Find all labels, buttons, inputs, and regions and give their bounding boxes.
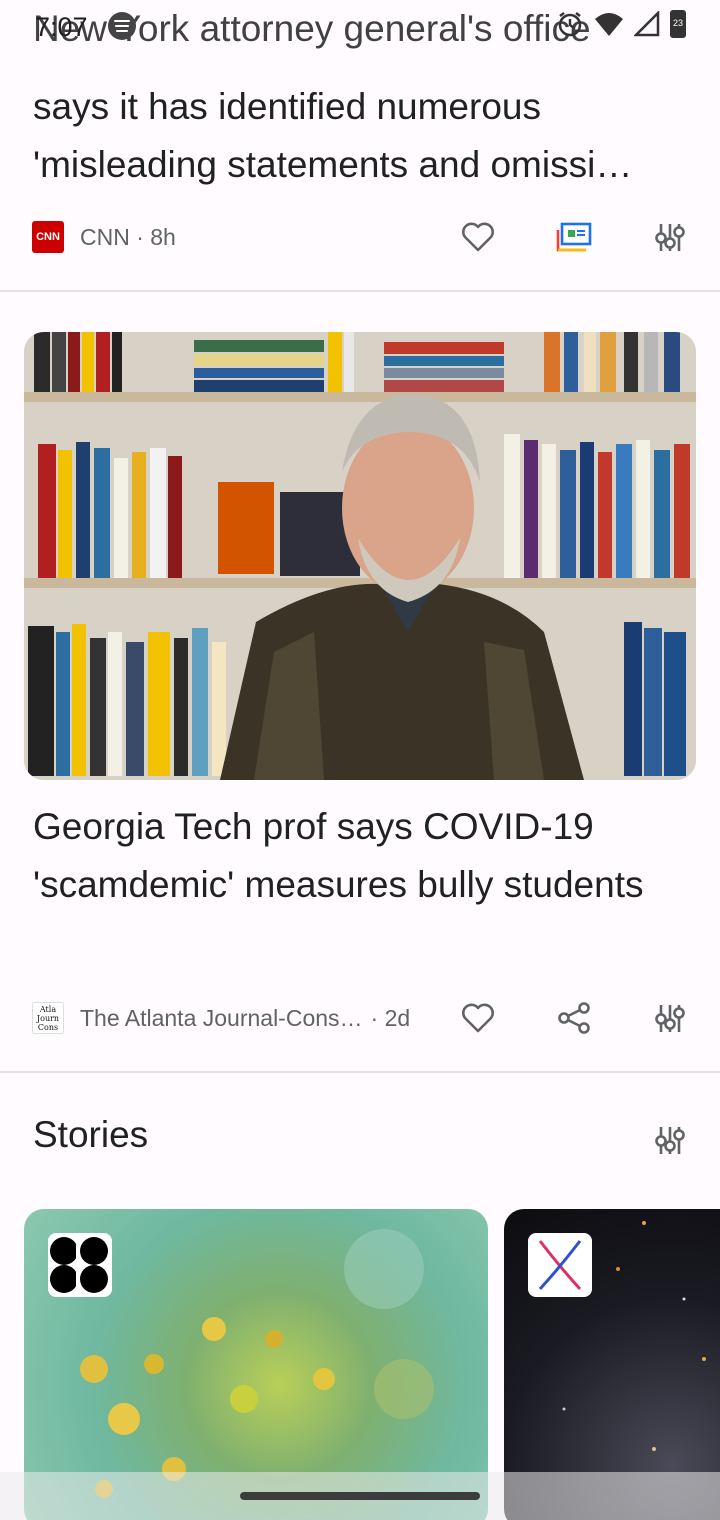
cnn-logo-text: CNN	[36, 231, 60, 243]
battery-icon: 23	[670, 10, 686, 38]
customize-button[interactable]	[650, 217, 690, 257]
like-button-2[interactable]	[458, 998, 498, 1038]
signal-icon	[634, 11, 660, 37]
share-icon	[558, 1002, 590, 1034]
tune-icon	[655, 1127, 685, 1154]
article-image[interactable]	[24, 332, 696, 780]
ajc-logo-text: Atla Journ Cons	[36, 1004, 60, 1032]
headline-line-3: 'misleading statements and omissi…	[33, 144, 633, 185]
article-headline-2[interactable]: Georgia Tech prof says COVID-19 'scamdem…	[33, 798, 673, 914]
card-divider-2	[0, 1071, 720, 1073]
gesture-nav-handle[interactable]	[240, 1492, 480, 1500]
battery-level: 23	[672, 18, 683, 28]
full-coverage-icon	[556, 222, 592, 252]
wifi-icon	[595, 13, 623, 36]
status-bar: 7:07 23	[0, 0, 720, 56]
story-source-logo-2	[528, 1233, 592, 1297]
status-icons: 23	[556, 10, 686, 38]
tune-icon	[655, 1005, 685, 1032]
full-coverage-button[interactable]	[554, 217, 594, 257]
status-time: 7:07	[35, 12, 88, 42]
article-source[interactable]: CNN · 8h	[80, 224, 176, 251]
ajc-logo: Atla Journ Cons	[32, 1002, 64, 1034]
like-button[interactable]	[458, 217, 498, 257]
stories-heading: Stories	[33, 1114, 149, 1155]
cnn-logo: CNN	[32, 221, 64, 253]
card-divider	[0, 290, 720, 292]
article-age-2: · 2d	[370, 1004, 411, 1031]
x-logo-icon	[538, 1240, 582, 1291]
heart-icon	[462, 222, 494, 252]
hero-photo	[24, 332, 696, 780]
article-meta-row: CNN CNN · 8h	[32, 217, 692, 257]
heart-icon	[462, 1003, 494, 1033]
stories-customize-button[interactable]	[650, 1120, 690, 1160]
spotify-icon	[108, 12, 136, 40]
tune-icon	[655, 224, 685, 251]
customize-button-2[interactable]	[650, 998, 690, 1038]
publisher-logo-icon	[50, 1237, 108, 1293]
alarm-icon	[558, 12, 582, 37]
article-source-2[interactable]: The Atlanta Journal-Cons…	[80, 1005, 363, 1032]
story-source-logo-1	[48, 1233, 112, 1297]
article-meta-row-2: Atla Journ Cons The Atlanta Journal-Cons…	[32, 998, 692, 1038]
headline-line-2: says it has identified numerous	[33, 86, 541, 127]
share-button[interactable]	[554, 998, 594, 1038]
